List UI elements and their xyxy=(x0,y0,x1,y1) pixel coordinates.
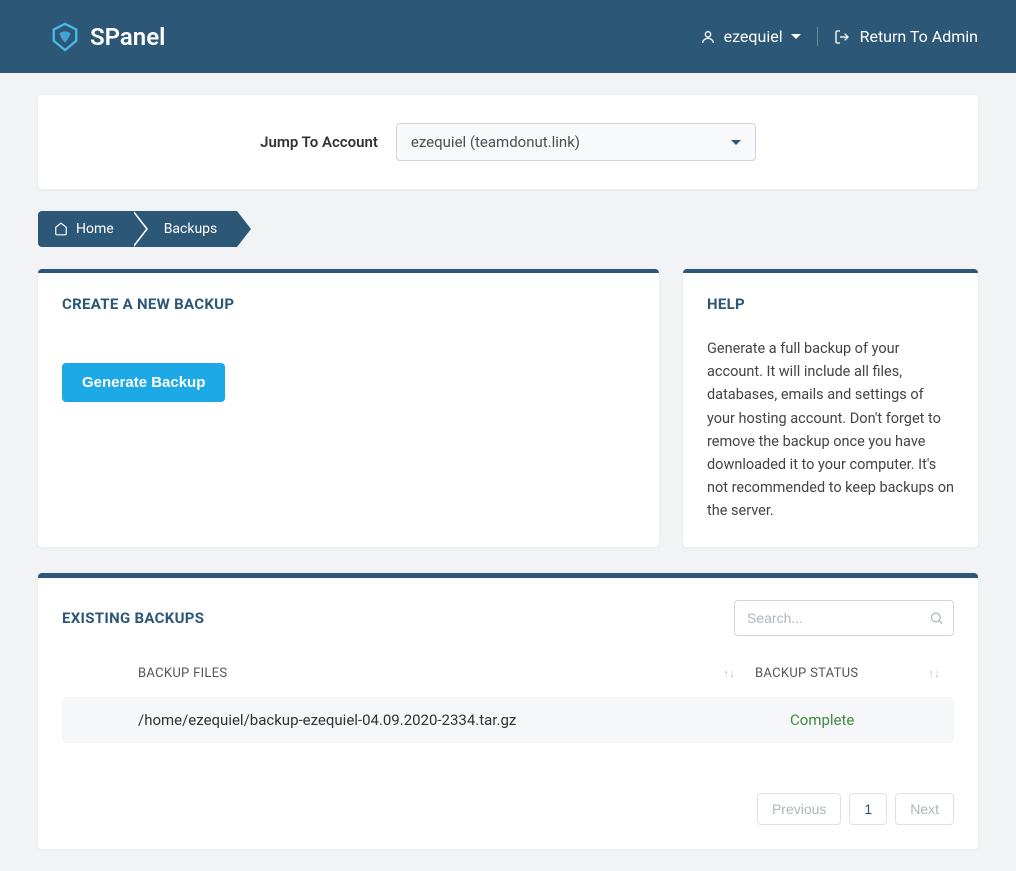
logout-icon xyxy=(834,29,850,45)
table-row: /home/ezequiel/backup-ezequiel-04.09.202… xyxy=(62,697,954,743)
create-backup-title: CREATE A NEW BACKUP xyxy=(38,273,659,313)
brand-name: SPanel xyxy=(90,23,165,51)
existing-backups-card: EXISTING BACKUPS BACKUP FILES ↑↓ BACKUP … xyxy=(38,573,978,849)
home-icon xyxy=(54,222,68,236)
help-title: HELP xyxy=(683,273,978,313)
jump-to-account-card: Jump To Account ezequiel (teamdonut.link… xyxy=(38,95,978,189)
generate-backup-button[interactable]: Generate Backup xyxy=(62,363,225,402)
caret-down-icon xyxy=(791,34,801,39)
sort-icon: ↑↓ xyxy=(928,667,940,680)
return-admin-label: Return To Admin xyxy=(860,27,978,46)
breadcrumb-home[interactable]: Home xyxy=(38,211,134,247)
pagination-page-1[interactable]: 1 xyxy=(849,793,887,825)
pagination-previous[interactable]: Previous xyxy=(757,793,841,825)
header-actions: ezequiel Return To Admin xyxy=(700,27,978,46)
user-menu[interactable]: ezequiel xyxy=(700,27,818,46)
return-to-admin-link[interactable]: Return To Admin xyxy=(818,27,978,46)
breadcrumb-backups[interactable]: Backups xyxy=(134,211,238,247)
help-card: HELP Generate a full backup of your acco… xyxy=(683,269,978,547)
user-icon xyxy=(700,29,716,45)
brand-logo[interactable]: SPanel xyxy=(50,22,165,52)
breadcrumb-current-label: Backups xyxy=(164,221,218,237)
sort-icon: ↑↓ xyxy=(723,667,735,680)
breadcrumb: Home Backups xyxy=(38,211,978,247)
spanel-logo-icon xyxy=(50,22,80,52)
column-backup-files[interactable]: BACKUP FILES xyxy=(138,666,723,681)
app-header: SPanel ezequiel Return To Admin xyxy=(0,0,1016,73)
pagination: Previous 1 Next xyxy=(62,793,954,825)
backup-file-path: /home/ezequiel/backup-ezequiel-04.09.202… xyxy=(138,711,755,729)
jump-label: Jump To Account xyxy=(260,133,378,151)
column-backup-status[interactable]: BACKUP STATUS xyxy=(755,666,928,681)
account-select-value: ezequiel (teamdonut.link) xyxy=(411,133,580,151)
search-icon xyxy=(929,610,944,625)
search-wrapper xyxy=(734,600,954,636)
breadcrumb-home-label: Home xyxy=(76,221,114,237)
search-input[interactable] xyxy=(734,600,954,636)
table-header: BACKUP FILES ↑↓ BACKUP STATUS ↑↓ xyxy=(62,666,954,697)
account-select[interactable]: ezequiel (teamdonut.link) xyxy=(396,123,756,161)
existing-backups-title: EXISTING BACKUPS xyxy=(62,609,204,627)
help-text: Generate a full backup of your account. … xyxy=(707,337,954,523)
pagination-next[interactable]: Next xyxy=(895,793,954,825)
caret-down-icon xyxy=(731,140,741,145)
create-backup-card: CREATE A NEW BACKUP Generate Backup xyxy=(38,269,659,547)
backup-status: Complete xyxy=(755,711,940,729)
username-label: ezequiel xyxy=(724,27,783,46)
